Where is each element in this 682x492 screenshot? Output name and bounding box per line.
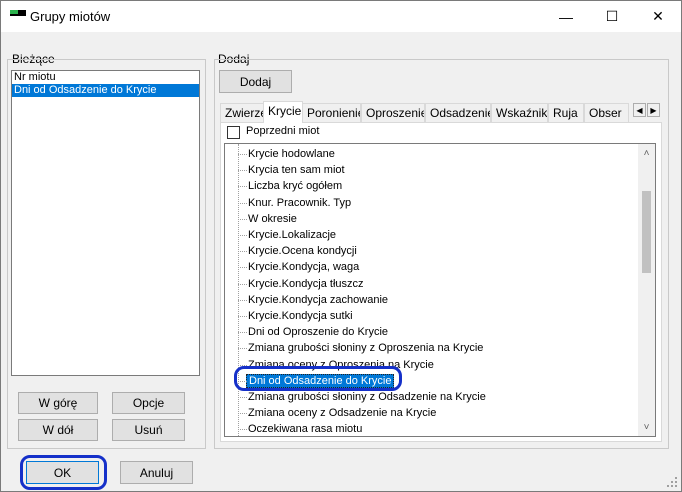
tab-wskaźniki[interactable]: Wskaźniki [491, 103, 548, 123]
tree-item[interactable]: Knur. Pracownik. Typ [238, 195, 352, 211]
resize-grip-icon[interactable] [666, 476, 678, 488]
tree-item[interactable]: Zmiana oceny z Odsadzenie na Krycie [238, 405, 437, 421]
maximize-button[interactable]: ☐ [589, 1, 635, 32]
chevron-left-icon: ◀ [636, 105, 643, 115]
current-field-item[interactable]: Dni od Odsadzenie do Krycie [12, 84, 199, 97]
tree-item[interactable]: Oczekiwana rasa miotu [238, 421, 363, 436]
tab-zwierzę[interactable]: Zwierzę [220, 103, 264, 123]
tree-item[interactable]: Krycie hodowlane [238, 146, 335, 162]
current-fields-list[interactable]: Nr miotu Dni od Odsadzenie do Krycie [11, 70, 200, 376]
tree-item-label: Krycie.Kondycja sutki [248, 310, 353, 322]
tree-item-label: Oczekiwana rasa miotu [248, 423, 363, 436]
tab-ruja[interactable]: Ruja [548, 103, 584, 123]
tree-connector-line [238, 144, 239, 436]
tree-item-label: Liczba kryć ogółem [248, 180, 343, 193]
tree-item[interactable]: Liczba kryć ogółem [238, 178, 343, 194]
tree-item-label: Zmiana grubości słoniny z Oproszenia na … [248, 342, 484, 355]
close-button[interactable]: ✕ [635, 1, 681, 32]
move-down-button[interactable]: W dół [18, 419, 98, 441]
highlight-selected-field [234, 366, 402, 391]
tree-item[interactable]: Zmiana grubości słoniny z Oproszenia na … [238, 340, 484, 356]
tree-item[interactable]: Dni od Oproszenie do Krycie [238, 324, 389, 340]
tree-item-label: Krycie hodowlane [248, 148, 335, 160]
tree-item-label: Krycie.Ocena kondycji [248, 245, 357, 258]
tab-oproszenie[interactable]: Oproszenie [361, 103, 425, 123]
tree-item[interactable]: Krycie.Kondycja, waga [238, 259, 360, 275]
app-icon [10, 10, 26, 18]
tree-item[interactable]: Krycie.Ocena kondycji [238, 243, 357, 259]
scroll-down-icon[interactable]: ˅ [638, 419, 655, 436]
tree-item-label: Zmiana oceny z Odsadzenie na Krycie [248, 407, 437, 420]
remove-button[interactable]: Usuń [112, 419, 185, 441]
tree-item-label: Krycie.Kondycja, waga [248, 261, 360, 274]
minimize-button[interactable]: — [543, 1, 589, 32]
options-button[interactable]: Opcje [112, 392, 185, 414]
tree-item-label: Knur. Pracownik. Typ [248, 196, 352, 209]
scrollbar-thumb[interactable] [642, 191, 651, 273]
move-up-button[interactable]: W górę [18, 392, 98, 414]
current-field-item[interactable]: Nr miotu [12, 71, 199, 84]
tree-item-label: Dni od Oproszenie do Krycie [248, 326, 389, 339]
tree-item[interactable]: W okresie [238, 211, 297, 227]
tab-scroll-right-button[interactable]: ▶ [647, 103, 660, 117]
dialog-window: Grupy miotów — ☐ ✕ Bieżące Nr miotu Dni o… [0, 0, 682, 492]
previous-litter-checkbox[interactable] [227, 126, 240, 139]
tree-item[interactable]: Krycie.Kondycja zachowanie [238, 292, 389, 308]
tab-krycie[interactable]: Krycie [263, 101, 303, 123]
tab-poronienie[interactable]: Poronienie [302, 103, 361, 123]
tree-vertical-scrollbar[interactable]: ˄ ˅ [638, 144, 655, 436]
tree-item-label: Krycie.Lokalizacje [248, 229, 337, 241]
tree-item-label: Krycie.Kondycja zachowanie [248, 293, 389, 306]
title-bar: Grupy miotów — ☐ ✕ [1, 1, 681, 32]
scroll-up-icon[interactable]: ˄ [638, 145, 655, 162]
tree-item[interactable]: Krycie.Lokalizacje [238, 227, 337, 243]
previous-litter-label: Poprzedni miot [246, 125, 320, 137]
tree-item-label: Krycie.Kondycja tłuszcz [248, 277, 364, 290]
tab-obser[interactable]: Obser [584, 103, 629, 123]
category-tabs: Zwierzę Krycie Poronienie Oproszenie Odsadze… [220, 101, 662, 123]
tree-item[interactable]: Krycie.Kondycja tłuszcz [238, 276, 364, 292]
tree-item[interactable]: Zmiana grubości słoniny z Odsadzenie na … [238, 389, 486, 405]
tree-item-label: W okresie [248, 212, 297, 225]
tree-item-label: Krycia ten sam miot [248, 164, 345, 177]
chevron-right-icon: ▶ [650, 105, 657, 115]
tree-item[interactable]: Krycia ten sam miot [238, 162, 345, 178]
window-title: Grupy miotów [30, 9, 111, 24]
tab-scroll-left-button[interactable]: ◀ [633, 103, 646, 117]
highlight-ok-button [20, 455, 107, 490]
tab-odsadzenie[interactable]: Odsadzenie [425, 103, 491, 123]
cancel-button[interactable]: Anuluj [120, 461, 193, 484]
add-button[interactable]: Dodaj [219, 70, 292, 93]
fields-tree[interactable]: Krycie hodowlane Krycia ten sam miot Liczb… [224, 143, 656, 437]
tree-item[interactable]: Krycie.Kondycja sutki [238, 308, 353, 324]
tree-item-label: Zmiana grubości słoniny z Odsadzenie na … [248, 391, 486, 403]
